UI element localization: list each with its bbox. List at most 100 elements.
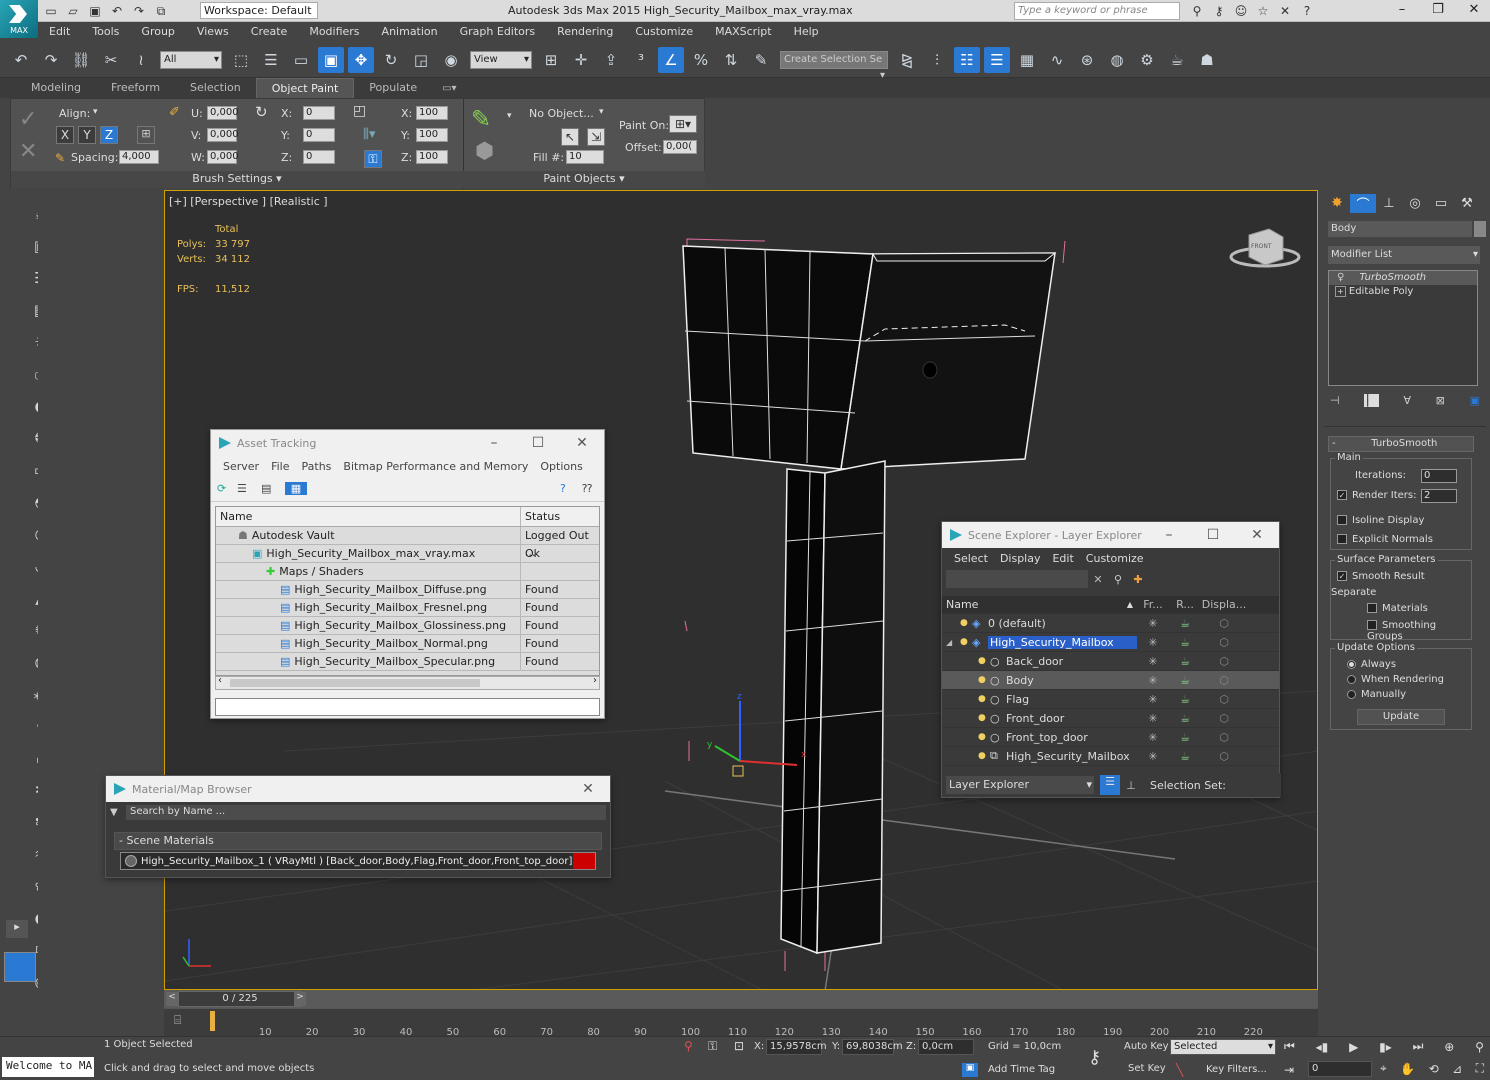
- render-production-icon[interactable]: ☗: [1194, 47, 1220, 73]
- render-iters-spinner[interactable]: 2: [1421, 489, 1457, 503]
- always-radio[interactable]: [1347, 659, 1356, 669]
- play-icon[interactable]: ▶: [1349, 1040, 1358, 1054]
- col-render[interactable]: R...: [1169, 598, 1201, 611]
- tab-object-paint[interactable]: Object Paint: [255, 77, 355, 99]
- renderable-teapot-icon[interactable]: ☕: [1169, 617, 1201, 630]
- utilities-tab-icon[interactable]: ⚒: [1454, 196, 1480, 211]
- align-dropdown[interactable]: ▾: [93, 107, 98, 117]
- layer-row[interactable]: ● ⧉ High_Security_Mailbox ✳ ☕ ⬡: [942, 747, 1279, 766]
- layer-row[interactable]: ● ○ Front_top_door ✳ ☕ ⬡: [942, 728, 1279, 747]
- tab-modeling[interactable]: Modeling: [16, 78, 96, 98]
- explorer-menu-customize[interactable]: Customize: [1080, 552, 1150, 565]
- renderable-teapot-icon[interactable]: ☕: [1169, 712, 1201, 725]
- key-icon[interactable]: ⚷: [1211, 3, 1227, 19]
- col-freeze[interactable]: Fr...: [1137, 598, 1169, 611]
- smooth-result-checkbox[interactable]: ✓: [1337, 571, 1347, 581]
- renderable-teapot-icon[interactable]: ☕: [1169, 655, 1201, 668]
- mirror-icon[interactable]: ⧎: [894, 47, 920, 73]
- render-setup-icon[interactable]: ⚙: [1134, 47, 1160, 73]
- freeze-icon[interactable]: ✳: [1137, 693, 1169, 706]
- isolate-selection-icon[interactable]: ⚲: [684, 1039, 693, 1053]
- spinner-snap-icon[interactable]: ⇅: [718, 47, 744, 73]
- cancel-x-icon[interactable]: ✕: [19, 139, 37, 164]
- ribbon-options-icon[interactable]: ▭▾: [442, 83, 456, 94]
- paint-objects-cubes-icon[interactable]: ⬢: [475, 139, 494, 164]
- people-icon[interactable]: ☺: [1233, 3, 1249, 19]
- scale-z-spinner[interactable]: 100: [416, 150, 448, 164]
- curve-editor-icon[interactable]: ∿: [1044, 47, 1070, 73]
- select-scale-icon[interactable]: ◲: [408, 47, 434, 73]
- close-icon[interactable]: ✕: [560, 435, 604, 451]
- menu-modifiers[interactable]: Modifiers: [298, 22, 370, 42]
- freeze-icon[interactable]: ✳: [1137, 750, 1169, 763]
- menu-graph-editors[interactable]: Graph Editors: [449, 22, 547, 42]
- make-unique-icon[interactable]: ∀: [1403, 394, 1411, 407]
- selection-set-dropdown[interactable]: Create Selection Se ▾: [780, 50, 888, 81]
- workspace-dropdown[interactable]: Workspace: Default▾: [200, 2, 318, 32]
- select-by-name-icon[interactable]: ☰: [258, 47, 284, 73]
- display-tab-icon[interactable]: ▭: [1428, 196, 1454, 211]
- maximize-viewport-icon[interactable]: ⛶: [1476, 1061, 1484, 1076]
- minimize-icon[interactable]: –: [1390, 2, 1414, 17]
- current-frame-field[interactable]: 0: [1308, 1061, 1372, 1077]
- explorer-menu-select[interactable]: Select: [948, 552, 994, 565]
- layer-row[interactable]: ● ○ Body ✳ ☕ ⬡: [942, 671, 1279, 690]
- new-file-icon[interactable]: ▭: [43, 3, 59, 19]
- scene-search-input[interactable]: [946, 570, 1088, 588]
- rotate-y-spinner[interactable]: 0: [303, 128, 335, 142]
- asset-row[interactable]: ▤ High_Security_Mailbox_Normal.png Found: [216, 635, 599, 653]
- turbosmooth-rollout-header[interactable]: - TurboSmooth: [1328, 436, 1474, 452]
- time-config-icon[interactable]: ⌖: [1380, 1061, 1387, 1076]
- close-icon[interactable]: ✕: [1235, 527, 1279, 543]
- create-tab-icon[interactable]: ✸: [1324, 195, 1350, 211]
- display-box-icon[interactable]: ⬡: [1201, 636, 1247, 649]
- time-slider[interactable]: < 0 / 225 >: [164, 990, 1318, 1008]
- w-spinner[interactable]: 0,000: [207, 150, 239, 164]
- time-slider-thumb[interactable]: 0 / 225: [178, 991, 302, 1007]
- modify-tab-icon[interactable]: ⌒: [1350, 193, 1376, 213]
- motion-tab-icon[interactable]: ◎: [1402, 196, 1428, 211]
- lightbulb-icon[interactable]: ●: [978, 656, 990, 666]
- close-icon[interactable]: ✕: [566, 781, 610, 797]
- keyword-search-input[interactable]: Type a keyword or phrase: [1014, 2, 1180, 20]
- freeze-icon[interactable]: ✳: [1137, 655, 1169, 668]
- manually-radio[interactable]: [1347, 689, 1356, 699]
- add-time-tag-button[interactable]: Add Time Tag: [988, 1064, 1055, 1075]
- object-name-field[interactable]: Body: [1328, 221, 1472, 237]
- material-item[interactable]: High_Security_Mailbox_1 ( VRayMtl ) [Bac…: [120, 852, 596, 870]
- scale-y-spinner[interactable]: 100: [416, 128, 448, 142]
- asset-row[interactable]: ▤ High_Security_Mailbox_Glossiness.png Fou…: [216, 617, 599, 635]
- menu-views[interactable]: Views: [186, 22, 240, 42]
- window-crossing-icon[interactable]: ▣: [318, 46, 344, 73]
- single-viewport-icon[interactable]: [4, 952, 36, 982]
- col-display[interactable]: Displa...: [1201, 598, 1247, 611]
- track-bar[interactable]: ⌸ 10 20 30 40 50 60 70 80 90 100 110 120 130 140 150 16…: [164, 1008, 1318, 1038]
- paint-objects-group[interactable]: Paint Objects ▾: [463, 171, 705, 188]
- select-object-icon[interactable]: ⬚: [228, 47, 254, 73]
- render-iters-checkbox[interactable]: ✓: [1337, 490, 1347, 500]
- hierarchy-tab-icon[interactable]: ⊥: [1376, 196, 1402, 211]
- show-end-result-icon[interactable]: ▏: [1364, 394, 1379, 407]
- menu-tools[interactable]: Tools: [81, 22, 130, 42]
- tab-selection[interactable]: Selection: [175, 78, 256, 98]
- axis-y-button[interactable]: Y: [78, 126, 96, 144]
- rotate-x-spinner[interactable]: 0: [303, 106, 335, 120]
- material-editor-icon[interactable]: ◍: [1104, 47, 1130, 73]
- update-button[interactable]: Update: [1357, 709, 1445, 725]
- asset-menu-bitmap-performance-and-memory[interactable]: Bitmap Performance and Memory: [337, 460, 534, 473]
- explorer-mode-dropdown[interactable]: Layer Explorer ▾: [946, 776, 1094, 794]
- expand-arrow-icon[interactable]: ▸: [6, 920, 28, 938]
- set-key-mode-icon[interactable]: ⚷: [1088, 1047, 1101, 1068]
- next-frame-icon[interactable]: >: [294, 992, 306, 1006]
- find-icon[interactable]: ⚲: [1108, 573, 1128, 586]
- display-box-icon[interactable]: ⬡: [1201, 674, 1247, 687]
- lightbulb-icon[interactable]: ●: [960, 618, 972, 628]
- asset-menu-options[interactable]: Options: [534, 460, 588, 473]
- freeze-icon[interactable]: ✳: [1137, 712, 1169, 725]
- fill-spinner[interactable]: 10: [566, 150, 604, 164]
- toggle-ribbon-icon[interactable]: ▦: [1014, 47, 1040, 73]
- auto-key-button[interactable]: Auto Key: [1124, 1041, 1169, 1052]
- axis-z-button[interactable]: Z: [100, 126, 118, 144]
- percent-snap-icon[interactable]: %: [688, 47, 714, 73]
- axis-extra-icon[interactable]: ⊞: [137, 126, 155, 144]
